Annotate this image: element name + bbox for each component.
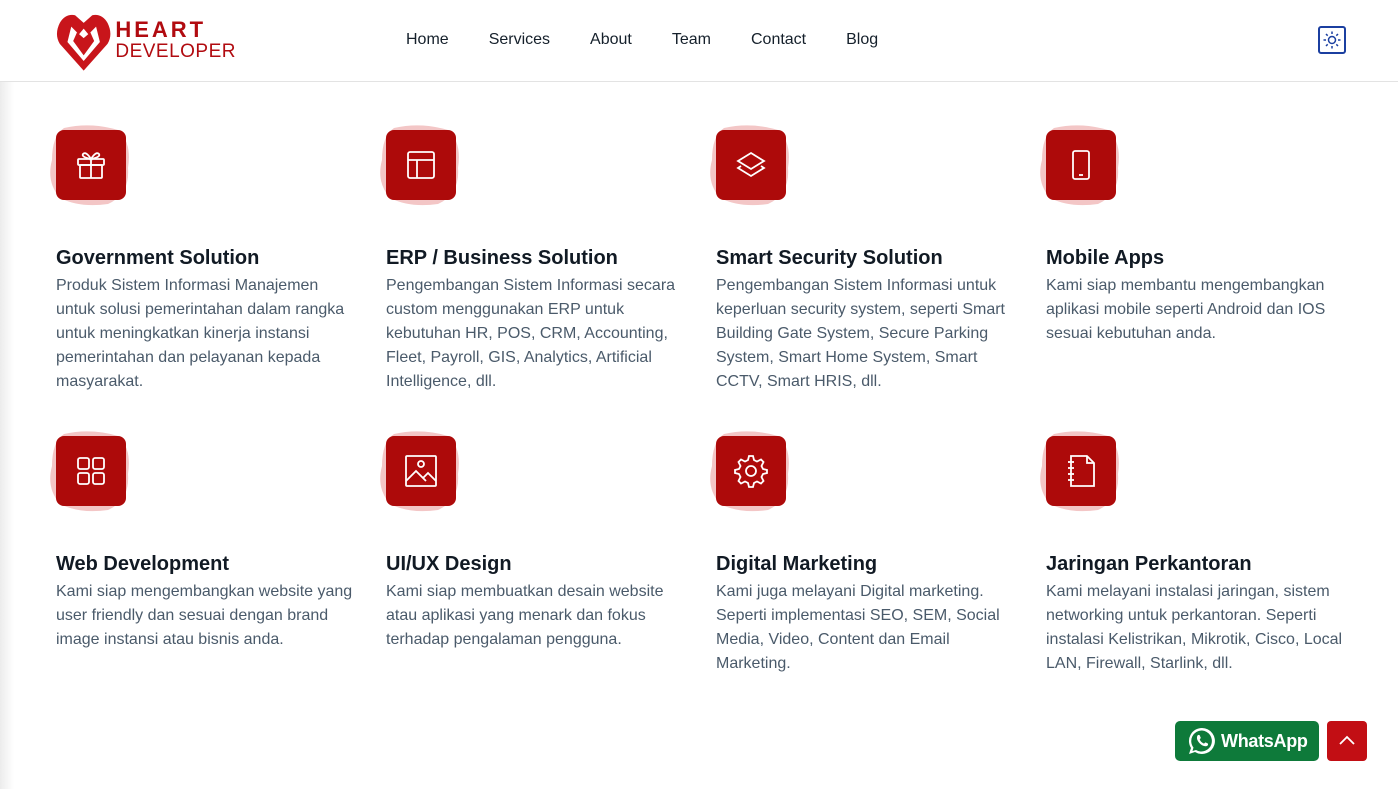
brand-wordmark: HEART DEVELOPER (115, 19, 236, 63)
sun-icon (1323, 31, 1341, 49)
grid-icon (77, 457, 105, 485)
services-grid: Government Solution Produk Sistem Inform… (50, 124, 1376, 736)
service-icon-badge (380, 124, 462, 206)
service-title: UI/UX Design (386, 553, 512, 575)
service-card: UI/UX Design Kami siap membuatkan desain… (380, 430, 716, 736)
nav-home[interactable]: Home (406, 28, 449, 52)
service-description: Kami siap membuatkan desain website atau… (386, 583, 664, 648)
service-description: Pengembangan Sistem Informasi untuk kepe… (716, 277, 1005, 390)
layers-icon (736, 151, 766, 178)
nav-team[interactable]: Team (672, 28, 711, 52)
service-card: Mobile Apps Kami siap membantu mengemban… (1040, 124, 1376, 430)
nav-blog[interactable]: Blog (846, 28, 878, 52)
viewport-edge-shade (0, 0, 14, 789)
service-card: Government Solution Produk Sistem Inform… (50, 124, 386, 430)
nav-contact[interactable]: Contact (751, 28, 806, 52)
service-icon-badge (1040, 124, 1122, 206)
service-description: Produk Sistem Informasi Manajemen untuk … (56, 277, 345, 390)
service-title: Government Solution (56, 247, 260, 269)
service-description: Kami melayani instalasi jaringan, sistem… (1046, 583, 1343, 672)
heart-shield-logo-icon (56, 14, 111, 71)
journal-icon (1068, 455, 1095, 487)
service-description: Kami juga melayani Digital marketing. Se… (716, 583, 1000, 672)
service-card: Digital Marketing Kami juga melayani Dig… (710, 430, 1046, 736)
back-to-top-button[interactable] (1327, 721, 1367, 761)
service-icon-badge (380, 430, 462, 512)
gear-icon (734, 455, 768, 488)
site-header: HEART DEVELOPER Home Services About Team… (0, 0, 1398, 82)
service-card: ERP / Business Solution Pengembangan Sis… (380, 124, 716, 430)
image-icon (405, 455, 437, 487)
service-title: Jaringan Perkantoran (1046, 553, 1252, 575)
theme-toggle-button[interactable] (1318, 26, 1346, 54)
brand-logo[interactable]: HEART DEVELOPER (56, 8, 236, 74)
nav-services[interactable]: Services (489, 28, 550, 52)
service-title: ERP / Business Solution (386, 247, 618, 269)
brand-name-line1: HEART (115, 17, 207, 42)
service-card: Web Development Kami siap mengembangkan … (50, 430, 386, 736)
service-title: Web Development (56, 553, 229, 575)
layout-icon (407, 151, 435, 179)
gift-icon (77, 152, 105, 179)
whatsapp-icon (1188, 727, 1215, 754)
service-description: Kami siap membantu mengembangkan aplikas… (1046, 277, 1326, 342)
main-nav: Home Services About Team Contact Blog (406, 28, 878, 52)
nav-about[interactable]: About (590, 28, 632, 52)
service-icon-badge (710, 124, 792, 206)
service-card: Jaringan Perkantoran Kami melayani insta… (1040, 430, 1376, 736)
chevron-up-icon (1339, 735, 1355, 745)
service-title: Digital Marketing (716, 553, 878, 575)
whatsapp-label: WhatsApp (1221, 730, 1308, 751)
whatsapp-button[interactable]: WhatsApp (1175, 721, 1319, 761)
service-icon-badge (50, 430, 132, 512)
service-icon-badge (710, 430, 792, 512)
brand-name-line2: DEVELOPER (115, 41, 236, 62)
service-description: Kami siap mengembangkan website yang use… (56, 583, 353, 648)
service-icon-badge (1040, 430, 1122, 512)
service-title: Smart Security Solution (716, 247, 943, 269)
service-description: Pengembangan Sistem Informasi secara cus… (386, 277, 676, 390)
tablet-icon (1072, 150, 1090, 180)
service-card: Smart Security Solution Pengembangan Sis… (710, 124, 1046, 430)
service-title: Mobile Apps (1046, 247, 1165, 269)
service-icon-badge (50, 124, 132, 206)
